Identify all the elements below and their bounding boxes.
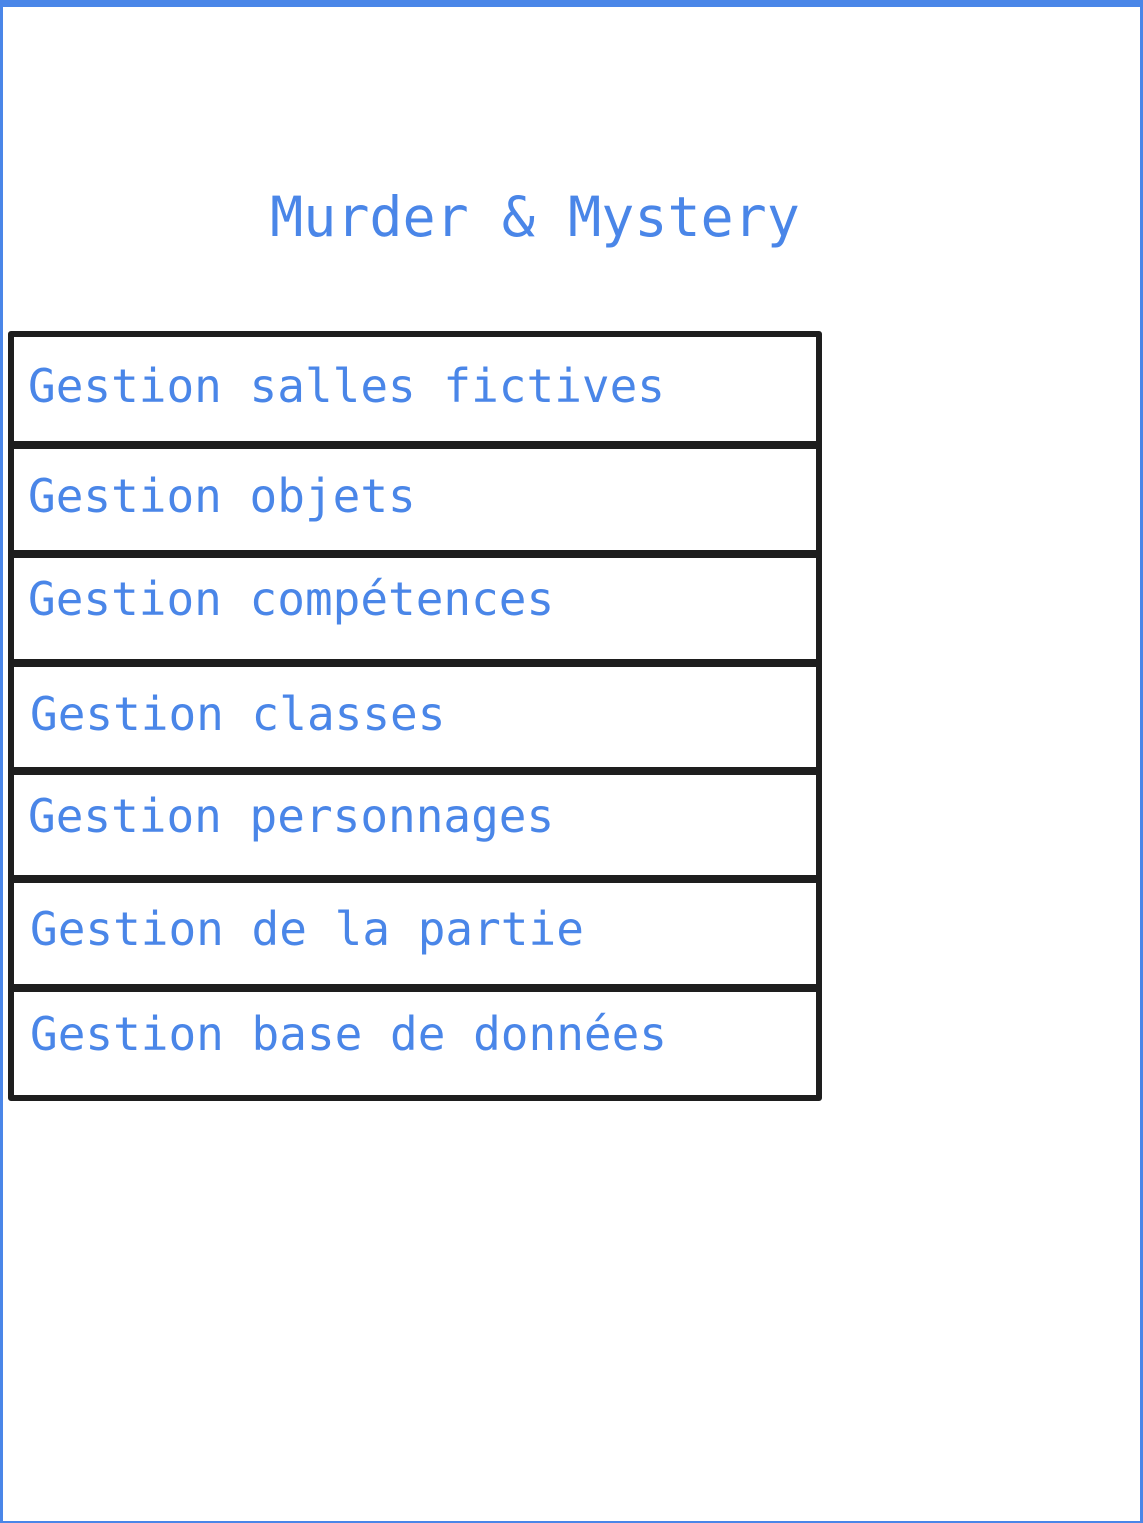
menu-item-label: Gestion salles fictives	[28, 359, 665, 413]
menu-item-base-de-donnees[interactable]: Gestion base de données	[14, 992, 816, 1095]
menu-divider	[14, 984, 816, 992]
main-menu: Gestion salles fictives Gestion objets G…	[8, 331, 822, 1101]
app-title: Murder & Mystery	[270, 185, 800, 249]
menu-item-label: Gestion compétences	[28, 572, 555, 626]
menu-divider	[14, 441, 816, 449]
menu-item-classes[interactable]: Gestion classes	[14, 667, 816, 767]
menu-divider	[14, 767, 816, 775]
menu-divider	[14, 550, 816, 558]
menu-item-competences[interactable]: Gestion compétences	[14, 558, 816, 659]
menu-item-salles-fictives[interactable]: Gestion salles fictives	[14, 337, 816, 441]
menu-divider	[14, 659, 816, 667]
menu-item-label: Gestion objets	[28, 469, 416, 523]
menu-item-personnages[interactable]: Gestion personnages	[14, 775, 816, 875]
menu-item-label: Gestion classes	[30, 687, 446, 741]
menu-item-partie[interactable]: Gestion de la partie	[14, 883, 816, 984]
menu-divider	[14, 875, 816, 883]
menu-item-objets[interactable]: Gestion objets	[14, 449, 816, 550]
menu-item-label: Gestion base de données	[30, 1007, 667, 1061]
menu-item-label: Gestion personnages	[28, 789, 555, 843]
menu-item-label: Gestion de la partie	[30, 902, 584, 956]
